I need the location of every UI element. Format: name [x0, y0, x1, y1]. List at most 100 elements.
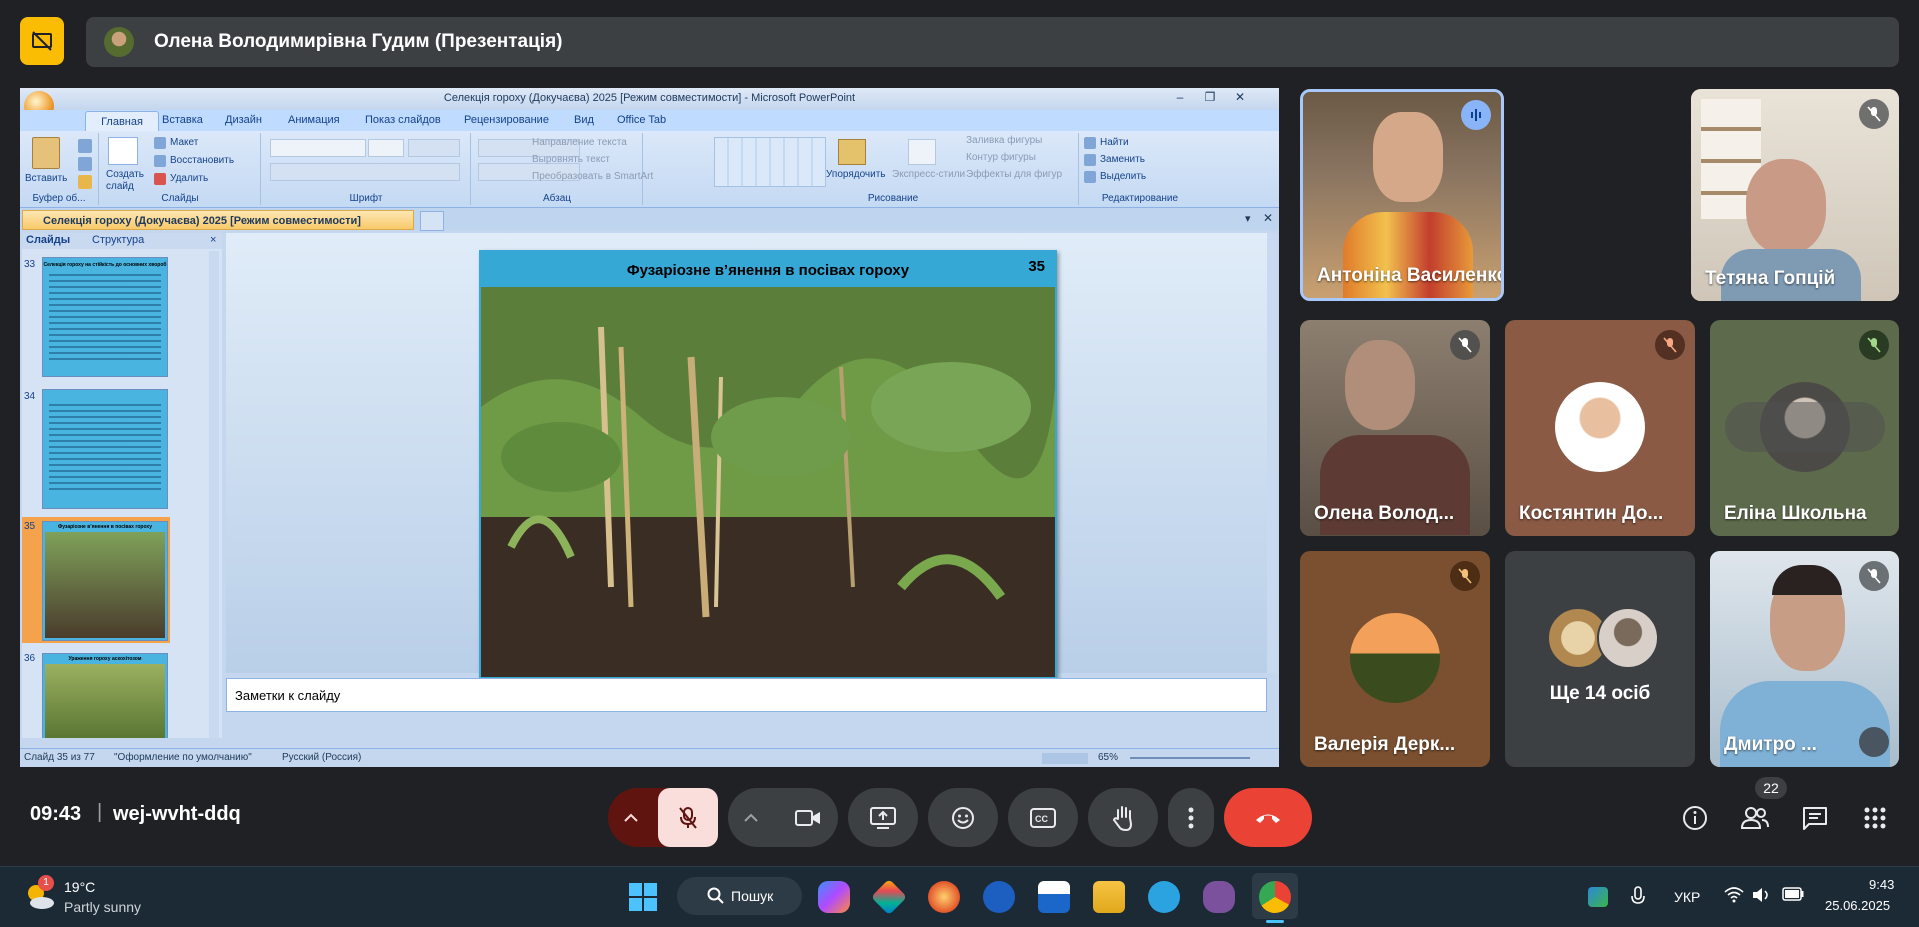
- weather-widget[interactable]: 1: [22, 875, 56, 911]
- participant-tile[interactable]: Еліна Школьна: [1710, 320, 1899, 536]
- tab-office-tab[interactable]: Office Tab: [617, 114, 666, 126]
- tab-animation[interactable]: Анимация: [288, 114, 340, 126]
- security-icon[interactable]: [1588, 887, 1608, 907]
- raise-hand-button[interactable]: [1088, 788, 1158, 847]
- shape-fill-button[interactable]: Заливка фигуры: [966, 135, 1042, 146]
- document-app-icon[interactable]: [1038, 881, 1070, 913]
- layout-icon[interactable]: [154, 137, 166, 149]
- select-button[interactable]: Выделить: [1100, 171, 1146, 182]
- chat-button[interactable]: [1797, 800, 1833, 836]
- cut-icon[interactable]: [78, 139, 92, 153]
- new-slide-label[interactable]: Создать слайд: [106, 169, 146, 193]
- file-explorer-icon[interactable]: [1093, 881, 1125, 913]
- participant-tile[interactable]: Дмитро ...: [1710, 551, 1899, 767]
- reactions-button[interactable]: [928, 788, 998, 847]
- battery-icon[interactable]: [1782, 887, 1804, 901]
- more-options-button[interactable]: [1168, 788, 1214, 847]
- reset-button[interactable]: Восстановить: [170, 155, 234, 166]
- participant-tile[interactable]: Тетяна Гопцій: [1691, 89, 1899, 301]
- delete-icon[interactable]: [154, 173, 166, 185]
- smartart-button[interactable]: Преобразовать в SmartArt: [532, 171, 653, 182]
- participant-tile[interactable]: Валерія Дерк...: [1300, 551, 1490, 767]
- shapes-gallery[interactable]: [714, 137, 826, 187]
- chrome-icon[interactable]: [1259, 881, 1291, 913]
- tab-design[interactable]: Дизайн: [225, 114, 262, 126]
- text-direction-button[interactable]: Направление текста: [532, 137, 627, 148]
- tab-insert[interactable]: Вставка: [162, 114, 203, 126]
- presentation-toggle-button[interactable]: [20, 17, 64, 65]
- format-painter-icon[interactable]: [78, 175, 92, 189]
- slide-thumbnail[interactable]: Ураження гороху аскохітозом: [42, 653, 168, 738]
- clock-time[interactable]: 9:43: [1869, 877, 1894, 892]
- replace-button[interactable]: Заменить: [1100, 154, 1145, 165]
- captions-button[interactable]: CC: [1008, 788, 1078, 847]
- font-format-buttons[interactable]: [270, 163, 460, 181]
- find-icon[interactable]: [1084, 137, 1096, 149]
- notes-field[interactable]: Заметки к слайду: [226, 678, 1267, 712]
- clock-date[interactable]: 25.06.2025: [1825, 898, 1890, 913]
- participant-tile[interactable]: Олена Волод...: [1300, 320, 1490, 536]
- minimize-button[interactable]: –: [1170, 90, 1190, 106]
- paste-label[interactable]: Вставить: [25, 173, 67, 184]
- reset-icon[interactable]: [154, 155, 166, 167]
- font-size-field[interactable]: [368, 139, 404, 157]
- people-button[interactable]: [1737, 800, 1773, 836]
- volume-icon[interactable]: [1752, 887, 1772, 903]
- browser-icon[interactable]: [983, 881, 1015, 913]
- slide-thumbnail-selected[interactable]: Фузаріозне в’янення в посівах гороху: [42, 521, 168, 641]
- start-button[interactable]: [628, 882, 658, 912]
- input-language[interactable]: УКР: [1674, 889, 1700, 905]
- copilot-icon[interactable]: [818, 881, 850, 913]
- leave-call-button[interactable]: [1224, 788, 1312, 847]
- mic-options-button[interactable]: [608, 788, 654, 847]
- activities-button[interactable]: [1857, 800, 1893, 836]
- tab-view[interactable]: Вид: [574, 114, 594, 126]
- maximize-button[interactable]: ❐: [1200, 90, 1220, 106]
- camera-options-button[interactable]: [728, 788, 774, 847]
- arrange-icon[interactable]: [838, 139, 866, 165]
- tab-home[interactable]: Главная: [85, 111, 159, 132]
- more-participants-tile[interactable]: Ще 14 осіб: [1505, 551, 1695, 767]
- tab-slides[interactable]: Слайды: [26, 234, 70, 246]
- arrange-button[interactable]: Упорядочить: [826, 169, 886, 180]
- tab-review[interactable]: Рецензирование: [464, 114, 549, 126]
- select-icon[interactable]: [1084, 171, 1096, 183]
- telegram-icon[interactable]: [1148, 881, 1180, 913]
- font-name-field[interactable]: [270, 139, 366, 157]
- pip-icon[interactable]: [1859, 727, 1889, 757]
- meeting-details-button[interactable]: [1677, 800, 1713, 836]
- find-button[interactable]: Найти: [1100, 137, 1129, 148]
- slide-thumbnail[interactable]: Селекція гороху на стійкість до основних…: [42, 257, 168, 377]
- tab-outline[interactable]: Структура: [92, 234, 144, 246]
- viber-icon[interactable]: [1203, 881, 1235, 913]
- paste-icon[interactable]: [32, 137, 60, 169]
- tab-list-icon[interactable]: ▾: [1245, 212, 1251, 225]
- quick-styles-button[interactable]: Экспресс-стили: [892, 169, 965, 180]
- slide-scrollbar[interactable]: [1267, 233, 1277, 673]
- app-icon[interactable]: [928, 881, 960, 913]
- thumbnail-scrollbar[interactable]: [209, 251, 219, 738]
- view-buttons[interactable]: [1042, 753, 1088, 764]
- copy-icon[interactable]: [78, 157, 92, 171]
- quick-styles-icon[interactable]: [908, 139, 936, 165]
- wifi-icon[interactable]: [1724, 887, 1744, 903]
- new-slide-icon[interactable]: [108, 137, 138, 165]
- replace-icon[interactable]: [1084, 154, 1096, 166]
- tab-close-icon[interactable]: ✕: [1263, 211, 1273, 225]
- taskbar-search[interactable]: Пошук: [677, 877, 802, 915]
- layout-button[interactable]: Макет: [170, 137, 198, 148]
- camera-toggle-button[interactable]: [778, 788, 838, 847]
- tab-slideshow[interactable]: Показ слайдов: [365, 114, 441, 126]
- current-slide[interactable]: Фузаріозне в’янення в посівах гороху 35: [479, 250, 1057, 680]
- close-button[interactable]: ✕: [1230, 90, 1250, 106]
- delete-button[interactable]: Удалить: [170, 173, 208, 184]
- align-text-button[interactable]: Выровнять текст: [532, 154, 610, 165]
- participant-tile[interactable]: Костянтин До...: [1505, 320, 1695, 536]
- participant-tile-speaking[interactable]: Антоніна Василенко: [1300, 89, 1504, 301]
- panel-close-icon[interactable]: ×: [210, 234, 216, 246]
- microphone-icon[interactable]: [1630, 885, 1646, 909]
- microsoft-store-icon[interactable]: [870, 878, 908, 916]
- present-screen-button[interactable]: [848, 788, 918, 847]
- new-tab-button[interactable]: [420, 211, 444, 231]
- zoom-slider[interactable]: [1130, 757, 1250, 759]
